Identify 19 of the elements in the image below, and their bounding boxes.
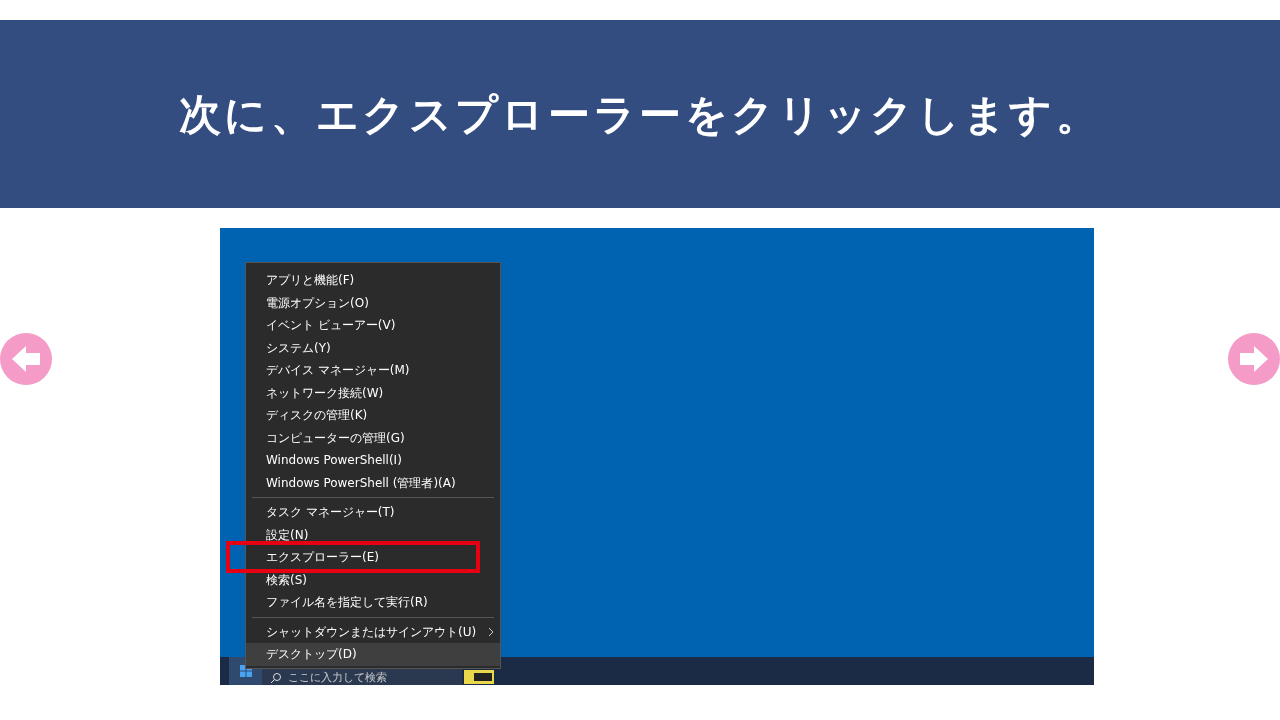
menu-item[interactable]: デスクトップ(D) [246,643,500,666]
menu-item[interactable]: 検索(S) [246,568,500,591]
menu-item[interactable]: エクスプローラー(E) [246,546,500,569]
menu-item[interactable]: ファイル名を指定して実行(R) [246,591,500,614]
search-placeholder: ここに入力して検索 [288,671,387,684]
menu-item[interactable]: システム(Y) [246,336,500,359]
menu-item[interactable]: Windows PowerShell(I) [246,449,500,472]
menu-item[interactable]: ディスクの管理(K) [246,404,500,427]
menu-item[interactable]: デバイス マネージャー(M) [246,359,500,382]
menu-item[interactable]: シャットダウンまたはサインアウト(U) [246,620,500,643]
slide-title: 次に、エクスプローラーをクリックします。 [178,88,1102,141]
menu-item[interactable]: Windows PowerShell (管理者)(A) [246,471,500,494]
menu-item[interactable]: イベント ビューアー(V) [246,314,500,337]
menu-item[interactable]: ネットワーク接続(W) [246,381,500,404]
menu-item[interactable]: タスク マネージャー(T) [246,501,500,524]
menu-item[interactable]: 電源オプション(O) [246,291,500,314]
menu-item[interactable]: コンピューターの管理(G) [246,426,500,449]
menu-item[interactable]: 設定(N) [246,523,500,546]
menu-item[interactable]: アプリと機能(F) [246,269,500,292]
